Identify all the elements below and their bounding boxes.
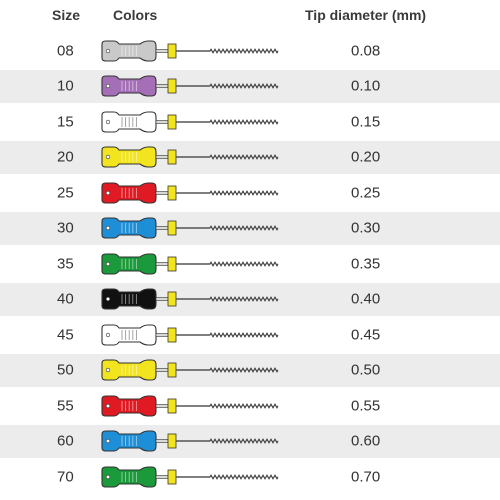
stopper [167,220,177,236]
stopper [167,433,177,449]
tip-diameter-cell: 0.60 [351,432,381,450]
table-row: 60 0.60 [0,424,500,460]
table-row: 25 0.25 [0,176,500,212]
stopper [167,327,177,343]
tip-diameter-cell: 0.15 [351,113,381,131]
endodontic-file-icon [101,466,279,488]
table-row: 20 0.20 [0,140,500,176]
table-row: 40 0.40 [0,282,500,318]
tip-diameter-cell: 0.20 [351,148,381,166]
table-row: 30 0.30 [0,211,500,247]
tip-diameter-cell: 0.40 [351,290,381,308]
stopper [167,114,177,130]
endodontic-file-icon [101,75,279,97]
size-cell: 30 [57,219,74,237]
stopper [167,256,177,272]
size-cell: 25 [57,184,74,202]
tip-diameter-cell: 0.50 [351,361,381,379]
endodontic-file-icon [101,111,279,133]
table-row: 70 0.70 [0,460,500,496]
tip-diameter-cell: 0.08 [351,42,381,60]
endodontic-file-icon [101,40,279,62]
table-row: 15 0.15 [0,105,500,141]
endodontic-file-icon [101,288,279,310]
stopper [167,43,177,59]
table-row: 50 0.50 [0,353,500,389]
endodontic-file-icon [101,430,279,452]
size-cell: 50 [57,361,74,379]
tip-diameter-cell: 0.10 [351,77,381,95]
endodontic-file-icon [101,146,279,168]
endodontic-file-icon [101,359,279,381]
stopper [167,291,177,307]
size-cell: 40 [57,290,74,308]
size-cell: 20 [57,148,74,166]
table-row: 10 0.10 [0,69,500,105]
stopper [167,78,177,94]
table-row: 45 0.45 [0,318,500,354]
endodontic-file-icon [101,182,279,204]
size-cell: 45 [57,326,74,344]
stopper [167,149,177,165]
tip-diameter-cell: 0.55 [351,397,381,415]
endodontic-file-icon [101,217,279,239]
tip-diameter-column-header: Tip diameter (mm) [305,7,427,23]
file-size-table: 08 0.08 10 0.10 15 0.15 20 0.20 25 0.25 30 0.30 35 0.… [0,34,500,496]
endodontic-file-icon [101,253,279,275]
endodontic-file-icon [101,324,279,346]
table-row: 08 0.08 [0,34,500,70]
stopper [167,362,177,378]
size-cell: 15 [57,113,74,131]
tip-diameter-cell: 0.25 [351,184,381,202]
size-cell: 70 [57,468,74,486]
size-cell: 60 [57,432,74,450]
tip-diameter-cell: 0.30 [351,219,381,237]
stopper [167,398,177,414]
size-column-header: Size [52,7,81,23]
tip-diameter-cell: 0.35 [351,255,381,273]
tip-diameter-cell: 0.70 [351,468,381,486]
table-header: Size Colors Tip diameter (mm) [0,0,500,34]
stopper [167,185,177,201]
stopper [167,469,177,485]
size-cell: 35 [57,255,74,273]
colors-column-header: Colors [113,7,158,23]
table-row: 35 0.35 [0,247,500,283]
size-cell: 10 [57,77,74,95]
table-row: 55 0.55 [0,389,500,425]
size-cell: 08 [57,42,74,60]
size-cell: 55 [57,397,74,415]
endodontic-file-icon [101,395,279,417]
tip-diameter-cell: 0.45 [351,326,381,344]
